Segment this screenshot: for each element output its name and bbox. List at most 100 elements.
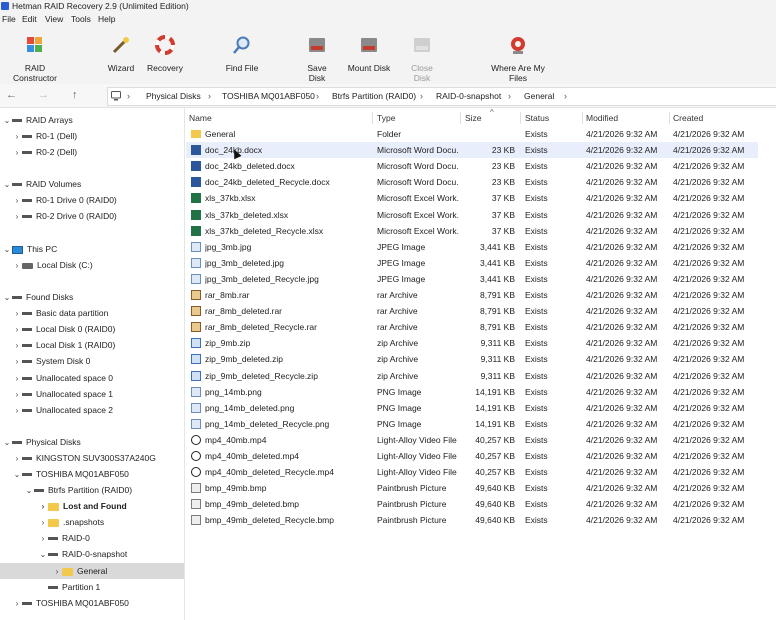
breadcrumb-physical-disks[interactable]: Physical Disks [146, 88, 201, 105]
table-row[interactable]: jpg_3mb.jpg JPEG Image 3,441 KB Exists 4/21/… [186, 239, 758, 255]
table-row[interactable]: png_14mb_deleted_Recycle.png PNG Image 14,… [186, 416, 758, 432]
tree-item-raid-volumes[interactable]: ⌄ RAID Volumes [2, 176, 82, 192]
table-row[interactable]: doc_24kb.docx Microsoft Word Docu... 23 KB… [186, 142, 758, 159]
where-are-my-files-button[interactable]: Where Are My Files [482, 34, 554, 83]
tree-item-toshiba-2[interactable]: › TOSHIBA MQ01ABF050 [12, 595, 129, 611]
find-file-button[interactable]: Find File [224, 34, 260, 73]
tree-item-raid-arrays[interactable]: ⌄ RAID Arrays [2, 112, 73, 128]
up-button[interactable]: ↑ [72, 89, 78, 101]
tree-item-unallocated-2[interactable]: › Unallocated space 2 [12, 402, 113, 418]
column-header-name[interactable]: Name [189, 112, 212, 125]
mount-disk-button[interactable]: Mount Disk [347, 34, 391, 73]
cell-modified: 4/21/2026 9:32 AM [586, 241, 658, 252]
breadcrumb-raid0-snapshot[interactable]: RAID-0-snapshot [436, 88, 501, 105]
column-divider[interactable] [460, 112, 461, 124]
table-row[interactable]: doc_24kb_deleted.docx Microsoft Word Docu… [186, 158, 758, 174]
tree-item-local-disk-0[interactable]: › Local Disk 0 (RAID0) [12, 321, 116, 337]
tree-item-local-disk-1[interactable]: › Local Disk 1 (RAID0) [12, 337, 116, 353]
tree-item-kingston[interactable]: › KINGSTON SUV300S37A240G [12, 450, 156, 466]
cell-type: rar Archive [377, 290, 418, 300]
column-header-modified[interactable]: Modified [586, 112, 618, 125]
recovery-button[interactable]: Recovery [146, 34, 184, 73]
cell-type: Microsoft Excel Work... [377, 225, 459, 236]
tree-item-snapshots[interactable]: › .snapshots [38, 514, 104, 530]
tree-item-r0-1-dell[interactable]: › R0-1 (Dell) [12, 128, 77, 144]
tree-item-unallocated-0[interactable]: › Unallocated space 0 [12, 370, 113, 386]
column-header-created[interactable]: Created [673, 112, 703, 125]
tree-item-physical-disks[interactable]: ⌄ Physical Disks [2, 434, 81, 450]
table-row[interactable]: zip_9mb.zip zip Archive 9,311 KB Exists 4/21… [186, 335, 758, 351]
table-row[interactable]: zip_9mb_deleted.zip zip Archive 9,311 KB Ex… [186, 351, 758, 367]
cell-status: Exists [525, 499, 548, 510]
tree-item-r0-2-dell[interactable]: › R0-2 (Dell) [12, 144, 77, 160]
menu-edit[interactable]: Edit [22, 12, 37, 26]
table-row[interactable]: xls_37kb.xlsx Microsoft Excel Work... 37 K… [186, 190, 758, 206]
tree-item-general[interactable]: › General [0, 563, 184, 579]
table-row[interactable]: rar_8mb_deleted.rar rar Archive 8,791 KB Ex… [186, 303, 758, 319]
back-button[interactable]: ← [6, 89, 17, 101]
table-row[interactable]: mp4_40mb_deleted_Recycle.mp4 Light-Alloy … [186, 464, 758, 480]
raid-constructor-button[interactable]: RAID Constructor [4, 34, 66, 83]
table-row[interactable]: mp4_40mb.mp4 Light-Alloy Video File 40,257… [186, 432, 758, 448]
column-header-status[interactable]: Status [525, 112, 549, 125]
cell-created: 4/21/2026 9:32 AM [673, 402, 745, 413]
tree-item-local-disk-c[interactable]: › Local Disk (C:) [12, 257, 93, 273]
save-disk-button[interactable]: Save Disk [298, 34, 336, 83]
column-divider[interactable] [520, 112, 521, 124]
close-disk-button[interactable]: Close Disk [403, 34, 441, 83]
table-row[interactable]: jpg_3mb_deleted.jpg JPEG Image 3,441 KB Exi… [186, 255, 758, 271]
table-row[interactable]: zip_9mb_deleted_Recycle.zip zip Archive 9,… [186, 368, 758, 384]
tree-item-btrfs-partition[interactable]: ⌄ Btrfs Partition (RAID0) [24, 482, 132, 498]
table-row[interactable]: General Folder Exists 4/21/2026 9:32 AM 4/21… [186, 126, 758, 142]
tree-item-lost-and-found[interactable]: › Lost and Found [38, 498, 127, 514]
table-row[interactable]: bmp_49mb_deleted.bmp Paintbrush Picture 49… [186, 496, 758, 512]
cell-status: Exists [525, 451, 548, 461]
tree-item-unallocated-1[interactable]: › Unallocated space 1 [12, 386, 113, 402]
tree-item-r0-2-drive-0[interactable]: › R0-2 Drive 0 (RAID0) [12, 208, 117, 224]
cell-status: Exists [525, 483, 548, 494]
column-header-size[interactable]: Size [465, 112, 482, 125]
cell-name: jpg_3mb.jpg [205, 241, 252, 252]
cell-type: JPEG Image [377, 273, 426, 284]
tree-item-system-disk-0[interactable]: › System Disk 0 [12, 353, 91, 369]
menu-view[interactable]: View [45, 12, 63, 26]
table-row[interactable]: jpg_3mb_deleted_Recycle.jpg JPEG Image 3,4… [186, 271, 758, 287]
breadcrumb-btrfs-partition[interactable]: Btrfs Partition (RAID0) [332, 88, 416, 105]
table-row[interactable]: mp4_40mb_deleted.mp4 Light-Alloy Video Fi… [186, 448, 758, 464]
table-row[interactable]: xls_37kb_deleted_Recycle.xlsx Microsoft E… [186, 223, 758, 239]
table-row[interactable]: png_14mb_deleted.png PNG Image 14,191 KB Ex… [186, 400, 758, 416]
column-header-type[interactable]: Type [377, 112, 395, 125]
table-row[interactable]: xls_37kb_deleted.xlsx Microsoft Excel Wor… [186, 207, 758, 223]
table-row[interactable]: rar_8mb_deleted_Recycle.rar rar Archive 8,… [186, 319, 758, 335]
column-divider[interactable] [372, 112, 373, 124]
table-row[interactable]: png_14mb.png PNG Image 14,191 KB Exists 4/21… [186, 384, 758, 400]
breadcrumb-toshiba[interactable]: TOSHIBA MQ01ABF050 [222, 88, 315, 105]
column-divider[interactable] [582, 112, 583, 124]
chevron-right-icon: › [15, 374, 19, 383]
tree-item-this-pc[interactable]: ⌄ This PC [2, 241, 58, 257]
forward-button[interactable]: → [38, 89, 49, 101]
wizard-button[interactable]: Wizard [104, 34, 138, 73]
menu-file[interactable]: File [2, 12, 16, 26]
tree-item-found-disks[interactable]: ⌄ Found Disks [2, 289, 74, 305]
column-divider[interactable] [669, 112, 670, 124]
tree-item-partition-1[interactable]: Partition 1 [38, 579, 100, 595]
cell-type: Paintbrush Picture [377, 483, 447, 494]
table-row[interactable]: doc_24kb_deleted_Recycle.docx Microsoft W… [186, 174, 758, 190]
tree-item-r0-1-drive-0[interactable]: › R0-1 Drive 0 (RAID0) [12, 192, 117, 208]
cell-status: Exists [525, 418, 548, 429]
tree-item-raid-0-snapshot[interactable]: ⌄ RAID-0-snapshot [38, 546, 128, 562]
table-row[interactable]: rar_8mb.rar rar Archive 8,791 KB Exists 4/21… [186, 287, 758, 303]
wizard-label: Wizard [107, 63, 135, 73]
tree-item-basic-data-partition[interactable]: › Basic data partition [12, 305, 109, 321]
tree-item-toshiba[interactable]: ⌄ TOSHIBA MQ01ABF050 [12, 466, 129, 482]
menu-help[interactable]: Help [98, 12, 115, 26]
breadcrumb-general[interactable]: General [524, 88, 554, 105]
chevron-down-icon: ⌄ [3, 180, 11, 189]
table-row[interactable]: bmp_49mb_deleted_Recycle.bmp Paintbrush P… [186, 512, 758, 528]
menu-tools[interactable]: Tools [71, 12, 91, 26]
tree-item-raid-0[interactable]: › RAID-0 [38, 530, 90, 546]
table-row[interactable]: bmp_49mb.bmp Paintbrush Picture 49,640 KB E… [186, 480, 758, 496]
cell-type: PNG Image [377, 402, 422, 413]
drive-icon [22, 312, 32, 316]
